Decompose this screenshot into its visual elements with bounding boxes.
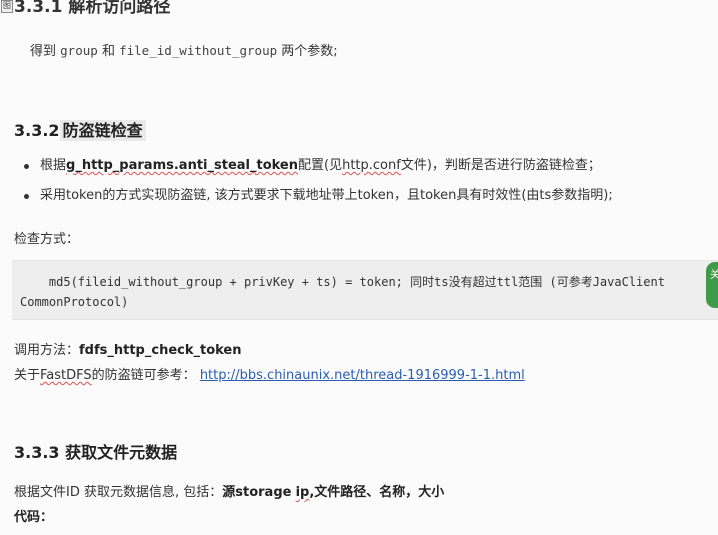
heading-3-3-1: 3.3.1 解析访问路径 [14,0,171,17]
ref-fastdfs: FastDFS [40,368,92,383]
code-label: 代码： [14,506,53,525]
side-float-button[interactable]: 关 [706,262,718,308]
conf-file: http.conf [342,158,401,173]
intro-prefix: 得到 [30,44,57,59]
bullet1-suffix: 文件)，判断是否进行防盗链检查； [400,158,601,173]
intro-group-code: group [60,43,98,58]
bullet1-mid: 配置(见 [298,158,343,173]
heading-number: 3.3.2 [14,121,60,140]
bullet-list: 根据g_http_params.anti_steal_token配置(见http… [0,157,718,217]
ref-prefix: 关于 [14,368,41,383]
list-item: 根据g_http_params.anti_steal_token配置(见http… [0,157,718,175]
desc-prefix: 根据文件ID 获取元数据信息, 包括： [14,485,223,500]
desc-bold-storage: 源storage [222,485,292,500]
bullet2-text: 采用token的方式实现防盗链, 该方式要求下载地址带上token，且token… [40,188,613,203]
config-name: g_http_params.anti_steal_token [66,158,299,173]
desc-bold-rest: ,文件路径、名称，大小 [309,485,445,500]
intro-mid: 和 [101,44,115,59]
desc-ip: ip [295,485,310,500]
heading-title: 防盗链检查 [59,120,146,141]
bullet1-prefix: 根据 [40,158,67,173]
side-button-label: 关 [710,270,718,281]
call-method-label: 调用方法： [14,343,80,358]
intro-paragraph: 得到 group 和 file_id_without_group 两个参数; [30,40,338,59]
code-label-text: 代码： [14,510,54,525]
call-method-line: 调用方法：fdfs_http_check_token [14,339,242,358]
intro-fileid-code: file_id_without_group [119,43,278,58]
code-line-1: md5(fileid_without_group + privKey + ts)… [20,275,665,289]
corner-icon: 图 [1,0,13,13]
intro-suffix: 两个参数; [281,44,338,59]
code-block: md5(fileid_without_group + privKey + ts)… [12,260,718,320]
metadata-description: 根据文件ID 获取元数据信息, 包括：源storage ip,文件路径、名称，大… [14,481,444,500]
ref-mid: 的防盗链可参考： [91,368,196,383]
heading-3-3-3: 3.3.3 获取文件元数据 [14,443,178,462]
reference-link[interactable]: http://bbs.chinaunix.net/thread-1916999-… [200,368,525,383]
heading-3-3-2: 3.3.2 防盗链检查 [14,117,146,141]
document-page: 图 3.3.1 解析访问路径 得到 group 和 file_id_withou… [0,0,718,535]
check-method-label: 检查方式： [14,232,80,247]
code-line-2: CommonProtocol) [20,295,129,309]
call-method-value: fdfs_http_check_token [79,343,242,358]
reference-line: 关于FastDFS的防盗链可参考： http://bbs.chinaunix.n… [14,364,525,383]
list-item: 采用token的方式实现防盗链, 该方式要求下载地址带上token，且token… [0,187,718,205]
